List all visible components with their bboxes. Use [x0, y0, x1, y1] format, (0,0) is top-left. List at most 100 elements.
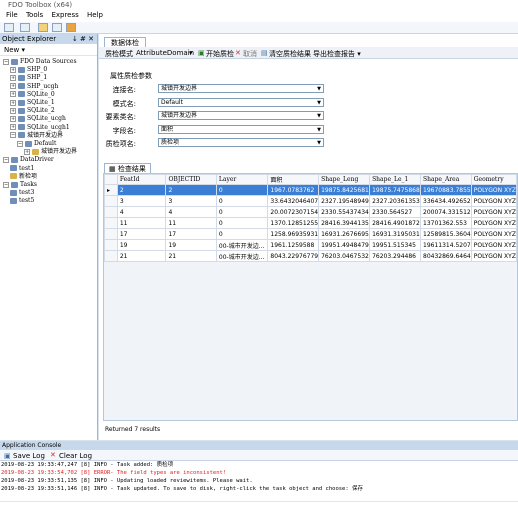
- mode-select[interactable]: AttributeDomain: [136, 49, 194, 57]
- table-cell[interactable]: POLYGON XYZ: [470, 239, 518, 251]
- table-cell[interactable]: 1370.12851255: [267, 217, 320, 229]
- table-cell[interactable]: 16931.3195031: [369, 228, 422, 240]
- table-cell[interactable]: 16931.2676695: [318, 228, 371, 240]
- folder-icon[interactable]: [38, 23, 48, 32]
- plugin-icon[interactable]: [66, 23, 76, 32]
- column-header[interactable]: Geometry: [470, 174, 518, 185]
- tree-node[interactable]: − 城镇开发边界: [10, 132, 63, 140]
- tree-node[interactable]: + SQLite_2: [10, 107, 55, 115]
- table-cell[interactable]: 19951.515345: [369, 239, 422, 251]
- column-header[interactable]: FeatId: [116, 174, 167, 185]
- table-cell[interactable]: POLYGON XYZ: [470, 250, 518, 262]
- table-cell[interactable]: 17: [165, 228, 217, 240]
- table-cell[interactable]: 19611314.5207: [420, 239, 472, 251]
- start-check-button[interactable]: 开始质检: [206, 49, 234, 59]
- table-cell[interactable]: 19: [116, 239, 167, 251]
- cancel-button[interactable]: 取消: [243, 49, 257, 59]
- tree-node[interactable]: + SQLite_1: [10, 99, 55, 107]
- table-cell[interactable]: 33.6432046407: [267, 195, 320, 207]
- explorer-pin-close[interactable]: ↓ # ✕: [72, 34, 94, 44]
- expand-icon[interactable]: −: [10, 132, 16, 139]
- new-button[interactable]: New ▾: [0, 44, 97, 56]
- column-header[interactable]: Shape_Leng: [318, 174, 371, 185]
- table-cell[interactable]: 8043.22976779: [267, 250, 320, 262]
- table-cell[interactable]: 80432869.6464: [420, 250, 472, 262]
- column-header[interactable]: Shape_Area: [420, 174, 472, 185]
- table-cell[interactable]: 2330.564527: [369, 206, 422, 218]
- table-cell[interactable]: 20.0072307154: [267, 206, 320, 218]
- tree-node[interactable]: 新检项: [10, 173, 37, 181]
- field-dropdown[interactable]: Default ▼: [158, 97, 324, 107]
- table-row[interactable]: ▸ 2 2 0 1967.0783762 19875.8425681 19875.74758…: [104, 184, 518, 196]
- table-cell[interactable]: 4: [116, 206, 167, 218]
- table-cell[interactable]: 1961.1259588: [267, 239, 320, 251]
- table-cell[interactable]: 19875.7475868: [369, 184, 422, 196]
- field-dropdown[interactable]: 城镇开发边界 ▼: [158, 84, 324, 93]
- tree-node[interactable]: test3: [10, 189, 34, 197]
- clear-results-button[interactable]: 清空质检结果: [269, 49, 311, 59]
- table-cell[interactable]: POLYGON XYZ: [470, 184, 518, 196]
- table-cell[interactable]: 0: [215, 195, 269, 207]
- column-header[interactable]: Layer: [215, 174, 269, 185]
- tree-node[interactable]: test5: [10, 197, 34, 205]
- column-header[interactable]: 面积: [267, 174, 320, 185]
- menu-express[interactable]: Express: [51, 11, 78, 19]
- column-header[interactable]: OBJECTID: [165, 174, 217, 185]
- table-cell[interactable]: 0: [215, 184, 269, 196]
- row-selector[interactable]: [104, 250, 118, 262]
- table-cell[interactable]: 19951.4948479: [318, 239, 371, 251]
- table-cell[interactable]: 13701362.553: [420, 217, 472, 229]
- table-cell[interactable]: 2327.20361353: [369, 195, 422, 207]
- row-selector[interactable]: [104, 217, 118, 229]
- row-selector[interactable]: ▸: [104, 184, 118, 196]
- table-cell[interactable]: 12589815.3604: [420, 228, 472, 240]
- tree-node[interactable]: + SQLite_ucgh1: [10, 124, 70, 132]
- tree-node[interactable]: − FDO Data Sources: [3, 58, 77, 66]
- table-cell[interactable]: 2330.55437434: [318, 206, 371, 218]
- expand-icon[interactable]: −: [3, 181, 9, 188]
- table-cell[interactable]: 2: [165, 184, 217, 196]
- table-cell[interactable]: 11: [165, 217, 217, 229]
- table-cell[interactable]: 2327.19548949: [318, 195, 371, 207]
- table-cell[interactable]: 4: [165, 206, 217, 218]
- expand-icon[interactable]: +: [10, 99, 16, 106]
- expand-icon[interactable]: +: [10, 91, 16, 98]
- menu-file[interactable]: File: [6, 11, 18, 19]
- expand-icon[interactable]: +: [10, 124, 16, 131]
- expand-icon[interactable]: +: [10, 115, 16, 122]
- table-cell[interactable]: 28416.3944135: [318, 217, 371, 229]
- table-cell[interactable]: 19875.8425681: [318, 184, 371, 196]
- row-selector[interactable]: [104, 195, 118, 207]
- table-cell[interactable]: 3: [116, 195, 167, 207]
- table-cell[interactable]: 00-城市开发边...: [215, 250, 269, 262]
- table-cell[interactable]: 11: [116, 217, 167, 229]
- column-header[interactable]: Shape_Le_1: [369, 174, 422, 185]
- save-log-button[interactable]: Save Log: [13, 452, 45, 460]
- expand-icon[interactable]: −: [3, 156, 9, 163]
- table-cell[interactable]: 336434.492652: [420, 195, 472, 207]
- expand-icon[interactable]: −: [3, 58, 9, 65]
- tree-node[interactable]: + 城镇开发边界: [24, 148, 77, 156]
- export-report-button[interactable]: 导出检查报告 ▾: [313, 49, 361, 59]
- table-cell[interactable]: 200074.331512: [420, 206, 472, 218]
- tree-node[interactable]: test1: [10, 165, 34, 173]
- row-selector[interactable]: [104, 206, 118, 218]
- expand-icon[interactable]: +: [10, 66, 16, 73]
- menu-help[interactable]: Help: [87, 11, 103, 19]
- tree-node[interactable]: + SHP_0: [10, 66, 47, 74]
- table-cell[interactable]: POLYGON XYZ: [470, 206, 518, 218]
- table-cell[interactable]: 0: [215, 217, 269, 229]
- tree-node[interactable]: + SHP_1: [10, 74, 47, 82]
- row-selector[interactable]: [104, 239, 118, 251]
- tree-node[interactable]: + SQLite_0: [10, 91, 55, 99]
- mode-dropdown-arrow-icon[interactable]: ▾: [189, 49, 193, 57]
- menu-tools[interactable]: Tools: [26, 11, 43, 19]
- table-row[interactable]: 3 3 0 33.6432046407 2327.19548949 2327.203613…: [104, 195, 518, 207]
- field-dropdown[interactable]: 面积 ▼: [158, 124, 324, 134]
- expand-icon[interactable]: +: [10, 83, 16, 90]
- table-cell[interactable]: POLYGON XYZ: [470, 217, 518, 229]
- table-cell[interactable]: 21: [116, 250, 167, 262]
- expand-icon[interactable]: −: [17, 140, 23, 147]
- table-cell[interactable]: 0: [215, 206, 269, 218]
- table-cell[interactable]: POLYGON XYZ: [470, 195, 518, 207]
